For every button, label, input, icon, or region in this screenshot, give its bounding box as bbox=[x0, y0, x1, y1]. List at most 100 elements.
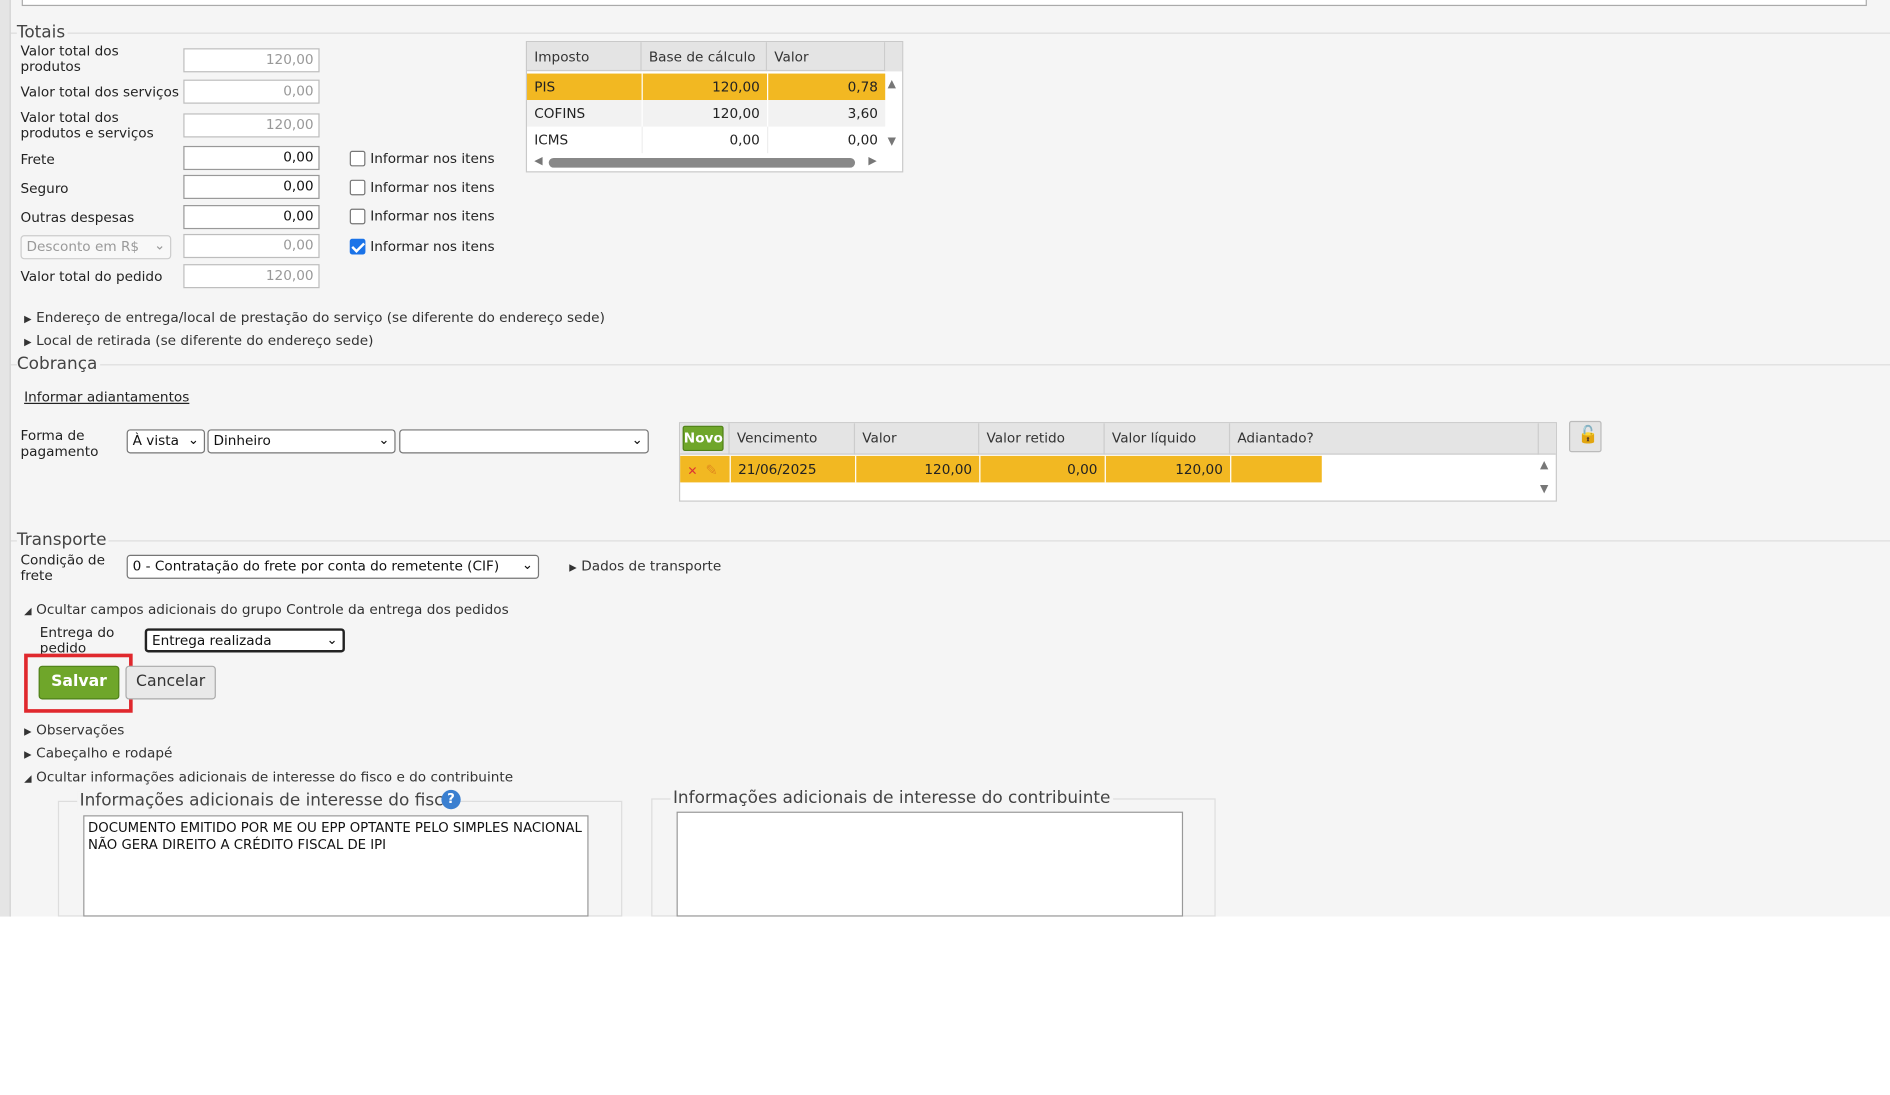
label-seguro: Seguro bbox=[20, 180, 69, 197]
expander-endereco-entrega[interactable]: ▶ Endereço de entrega/local de prestação … bbox=[24, 310, 605, 326]
lock-button[interactable]: 🔓 bbox=[1569, 420, 1602, 453]
label-entrega-pedido: Entrega do pedido bbox=[39, 624, 115, 655]
chevron-down-icon: ⌄ bbox=[378, 431, 390, 448]
fisco-title: Informações adicionais de interesse do f… bbox=[77, 791, 457, 811]
section-title-totais: Totais bbox=[16, 22, 68, 43]
help-icon[interactable]: ? bbox=[441, 789, 461, 810]
col-valor-retido: Valor retido bbox=[979, 423, 1105, 455]
pencil-icon[interactable]: ✎ bbox=[705, 462, 717, 479]
scroll-up-icon[interactable]: ▲ bbox=[888, 78, 896, 90]
outras-despesas-field[interactable]: 0,00 bbox=[183, 205, 320, 230]
table-cell[interactable]: 0,00 bbox=[979, 455, 1105, 483]
table-cell[interactable]: 0,00 bbox=[641, 126, 767, 154]
desconto-field[interactable]: 0,00 bbox=[183, 233, 320, 259]
condicao-frete-select[interactable]: 0 - Contratação do frete por conta do re… bbox=[126, 554, 540, 579]
label-forma-pagamento: Forma de pagamento bbox=[20, 428, 99, 460]
pagamento-extra-select[interactable]: ⌄ bbox=[399, 429, 649, 454]
total-produtos-servicos-field[interactable]: 120,00 bbox=[183, 113, 320, 138]
checkbox[interactable] bbox=[349, 150, 366, 167]
chevron-down-icon: ⌄ bbox=[631, 431, 643, 448]
label-total-servicos: Valor total dos serviços bbox=[20, 84, 179, 101]
horizontal-scrollbar[interactable] bbox=[548, 157, 856, 168]
label-frete: Frete bbox=[20, 151, 55, 168]
informar-adiantamentos-link[interactable]: Informar adiantamentos bbox=[24, 390, 189, 406]
triangle-right-icon: ▶ bbox=[24, 313, 32, 325]
col-imposto: Imposto bbox=[527, 42, 642, 72]
desconto-informar-itens[interactable]: Informar nos itens bbox=[349, 238, 495, 255]
total-produtos-field[interactable]: 120,00 bbox=[183, 48, 320, 73]
chevron-down-icon: ⌄ bbox=[154, 237, 166, 254]
contribuinte-title: Informações adicionais de interesse do c… bbox=[670, 788, 1113, 809]
frete-informar-itens[interactable]: Informar nos itens bbox=[349, 150, 495, 167]
triangle-right-icon: ▶ bbox=[569, 561, 577, 573]
triangle-right-icon: ▶ bbox=[24, 726, 32, 737]
expander-local-retirada[interactable]: ▶ Local de retirada (se diferente do ende… bbox=[24, 333, 373, 349]
meio-pagamento-select[interactable]: Dinheiro ⌄ bbox=[207, 429, 396, 454]
table-cell[interactable]: 120,00 bbox=[641, 73, 768, 101]
forma-pagamento-select[interactable]: À vista ⌄ bbox=[126, 429, 206, 454]
col-vencimento: Vencimento bbox=[730, 423, 856, 455]
scroll-down-icon[interactable]: ▼ bbox=[888, 136, 896, 148]
checkbox[interactable] bbox=[349, 179, 366, 196]
expander-cabecalho-rodape[interactable]: ▶ Cabeçalho e rodapé bbox=[24, 745, 172, 761]
parcelas-table: Vencimento Valor Valor retido Valor líqu… bbox=[678, 422, 1557, 502]
chevron-down-icon: ⌄ bbox=[326, 631, 338, 648]
triangle-right-icon: ▶ bbox=[24, 748, 32, 760]
seguro-informar-itens[interactable]: Informar nos itens bbox=[349, 179, 495, 196]
table-cell[interactable]: 120,00 bbox=[641, 100, 768, 127]
label-outras-despesas: Outras despesas bbox=[20, 209, 135, 226]
col-valor: Valor bbox=[767, 42, 886, 72]
table-cell[interactable]: 0,00 bbox=[767, 126, 885, 154]
triangle-down-icon: ◢ bbox=[24, 773, 32, 784]
desconto-type-select[interactable]: Desconto em R$ ⌄ bbox=[20, 235, 172, 260]
top-select-field[interactable]: ⌄ bbox=[21, 0, 1867, 7]
table-cell[interactable]: 120,00 bbox=[1104, 455, 1231, 483]
frete-field[interactable]: 0,00 bbox=[183, 145, 320, 171]
delete-icon[interactable]: ✕ bbox=[687, 466, 697, 479]
fisco-textarea[interactable]: DOCUMENTO EMITIDO POR ME OU EPP OPTANTE … bbox=[83, 815, 589, 917]
expander-informacoes-adicionais[interactable]: ◢ Ocultar informações adicionais de inter… bbox=[24, 769, 513, 785]
scroll-right-icon[interactable]: ▶ bbox=[868, 156, 876, 168]
scroll-left-icon[interactable]: ◀ bbox=[534, 156, 542, 168]
impostos-table: Imposto Base de cálculo Valor PIS 120,00… bbox=[525, 41, 904, 173]
table-cell[interactable]: 0,78 bbox=[767, 73, 886, 101]
total-servicos-field[interactable]: 0,00 bbox=[183, 79, 320, 104]
expander-controle-entrega[interactable]: ◢ Ocultar campos adicionais do grupo Cont… bbox=[24, 602, 509, 618]
label-condicao-frete: Condição de frete bbox=[20, 552, 105, 584]
section-title-transporte: Transporte bbox=[16, 530, 109, 550]
label-total-pedido: Valor total do pedido bbox=[20, 268, 163, 285]
save-button[interactable]: Salvar bbox=[38, 665, 120, 700]
triangle-right-icon: ▶ bbox=[24, 336, 32, 348]
left-edge bbox=[0, 0, 11, 917]
checkbox[interactable] bbox=[349, 208, 366, 225]
col-valor: Valor bbox=[855, 423, 980, 455]
checkbox-checked[interactable] bbox=[349, 238, 366, 255]
table-cell[interactable]: ICMS bbox=[527, 127, 642, 154]
label-total-produtos: Valor total dos produtos bbox=[20, 43, 119, 75]
table-cell[interactable]: 3,60 bbox=[767, 100, 886, 127]
chevron-down-icon: ⌄ bbox=[187, 431, 199, 448]
scroll-up-icon[interactable]: ▲ bbox=[1540, 459, 1548, 471]
table-cell[interactable]: PIS bbox=[527, 73, 642, 101]
section-title-cobranca: Cobrança bbox=[16, 354, 100, 374]
entrega-pedido-select[interactable]: Entrega realizada ⌄ bbox=[144, 628, 345, 653]
lock-icon: 🔓 bbox=[1577, 425, 1599, 446]
outras-despesas-informar-itens[interactable]: Informar nos itens bbox=[349, 208, 495, 225]
cancel-button[interactable]: Cancelar bbox=[125, 665, 216, 700]
col-base: Base de cálculo bbox=[642, 42, 768, 72]
novo-button[interactable]: Novo bbox=[682, 425, 724, 452]
table-cell[interactable]: COFINS bbox=[527, 100, 642, 127]
expander-observacoes[interactable]: ▶ Observações bbox=[24, 722, 124, 738]
seguro-field[interactable]: 0,00 bbox=[183, 174, 320, 199]
table-cell[interactable]: 21/06/2025 bbox=[729, 455, 856, 483]
chevron-down-icon: ⌄ bbox=[1840, 0, 1849, 2]
expander-dados-transporte[interactable]: ▶ Dados de transporte bbox=[569, 558, 721, 574]
scroll-down-icon[interactable]: ▼ bbox=[1540, 484, 1548, 496]
table-cell[interactable]: 120,00 bbox=[855, 455, 980, 483]
row-actions: ✕ ✎ bbox=[680, 455, 730, 483]
chevron-down-icon: ⌄ bbox=[521, 557, 534, 573]
label-total-produtos-servicos: Valor total dos produtos e serviços bbox=[20, 109, 154, 142]
total-pedido-field[interactable]: 120,00 bbox=[183, 264, 320, 289]
contribuinte-textarea[interactable] bbox=[676, 811, 1184, 917]
table-cell[interactable] bbox=[1230, 455, 1322, 483]
